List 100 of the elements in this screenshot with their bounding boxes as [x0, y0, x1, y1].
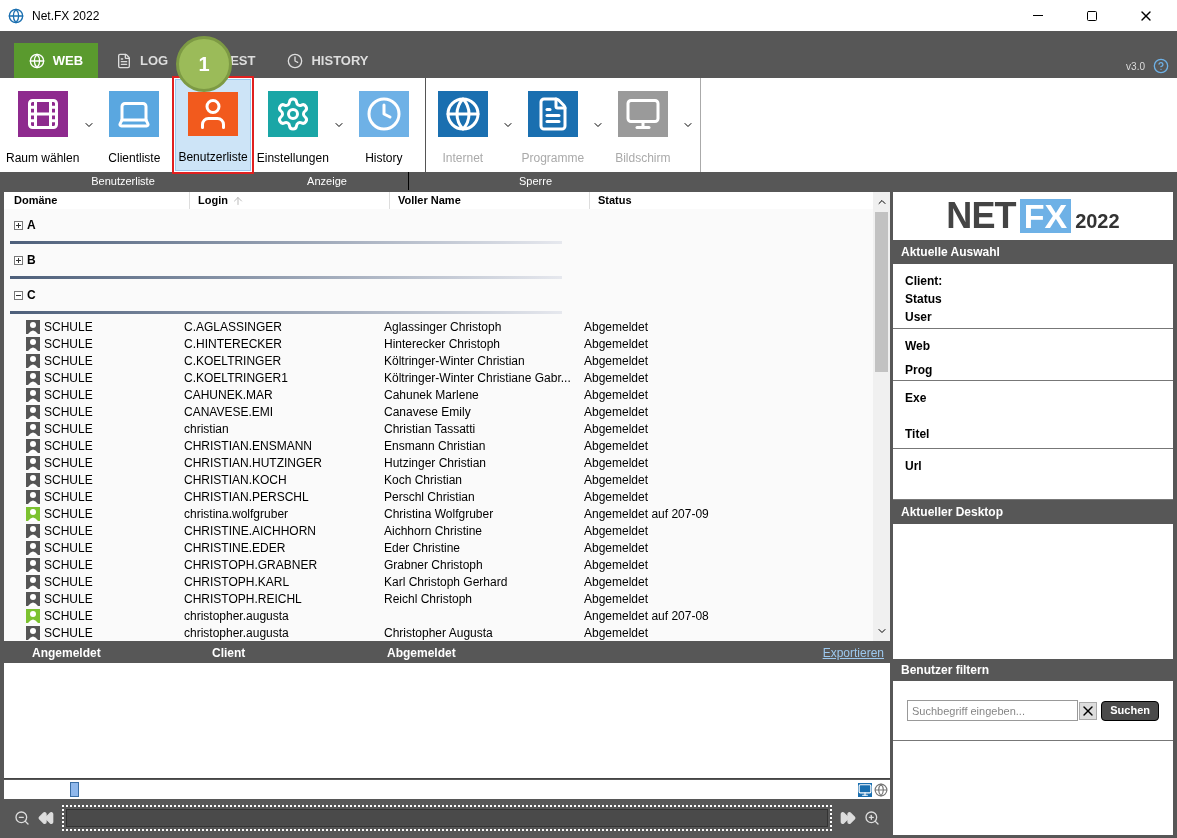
column-header[interactable]: Domäne: [14, 192, 58, 209]
panel-title: Aktueller Desktop: [901, 504, 1004, 521]
table-cell: SCHULE: [44, 455, 93, 470]
panel-title: Benutzer filtern: [901, 662, 989, 679]
laptop-icon: [109, 91, 160, 137]
table-cell: SCHULE: [44, 421, 93, 436]
column-header[interactable]: Angemeldet: [32, 646, 101, 660]
table-cell: SCHULE: [44, 353, 93, 368]
table-cell: CHRISTIAN.KOCH: [184, 472, 287, 487]
scrollbar[interactable]: [873, 192, 890, 641]
table-cell: SCHULE: [44, 370, 93, 385]
ribbon-group-label: Sperre: [519, 173, 552, 189]
table-cell: SCHULE: [44, 574, 93, 589]
clear-icon[interactable]: [1079, 701, 1098, 720]
table-cell: Abgemeldet: [584, 625, 649, 640]
zoom-in-icon[interactable]: [864, 810, 880, 826]
table-cell: Abgemeldet: [584, 438, 649, 453]
column-header[interactable]: Abgemeldet: [387, 646, 456, 660]
field-label: Url: [905, 458, 923, 475]
ribbon-button[interactable]: Clientliste: [97, 79, 172, 171]
table-cell: Abgemeldet: [584, 370, 649, 385]
user-icon: [188, 92, 239, 136]
tab[interactable]: EST: [230, 43, 260, 78]
monitor-icon[interactable]: [858, 782, 872, 797]
expand-toggle[interactable]: [14, 255, 23, 265]
table-cell: CHRISTIAN.ENSMANN: [184, 438, 312, 453]
table-cell: SCHULE: [44, 523, 93, 538]
table-cell: Abgemeldet: [584, 591, 649, 606]
table-cell: Abgemeldet: [584, 336, 649, 351]
table-cell: Christina Wolfgruber: [384, 506, 494, 521]
group-label: B: [27, 252, 36, 269]
search-field[interactable]: Suchbegriff eingeben...: [907, 700, 1079, 721]
table-cell: christina.wolfgruber: [184, 506, 289, 521]
table-cell: CHRISTIAN.HUTZINGER: [184, 455, 322, 470]
table-cell: SCHULE: [44, 540, 93, 555]
table-cell: Koch Christian: [384, 472, 463, 487]
expand-toggle[interactable]: [14, 290, 23, 300]
fast-forward-icon[interactable]: [840, 810, 856, 826]
table-cell: Aglassinger Christoph: [384, 319, 502, 334]
column-header[interactable]: Client: [212, 646, 246, 660]
column-header[interactable]: Status: [598, 192, 632, 209]
table-cell: Abgemeldet: [584, 472, 649, 487]
minimize-icon: [1033, 15, 1043, 16]
table-cell: christopher.augusta: [184, 625, 289, 640]
timeline-track[interactable]: [62, 805, 832, 831]
table-cell: Abgemeldet: [584, 353, 649, 368]
table-cell: Abgemeldet: [584, 489, 649, 504]
table-cell: Abgemeldet: [584, 387, 649, 402]
table-cell: Költringer-Winter Christian: [384, 353, 525, 368]
tab[interactable]: LOG: [116, 43, 173, 78]
rewind-icon[interactable]: [38, 810, 54, 826]
ribbon-button[interactable]: Raum wählen: [4, 79, 82, 171]
table-cell: Abgemeldet: [584, 540, 649, 555]
monitor-icon: [617, 91, 668, 137]
table-cell: C.KOELTRINGER1: [184, 370, 288, 385]
zoom-out-icon[interactable]: [14, 810, 30, 826]
field-label: Prog: [905, 362, 934, 379]
table-cell: SCHULE: [44, 336, 93, 351]
ribbon-button[interactable]: Einstellungen: [254, 79, 331, 171]
table-cell: Abgemeldet: [584, 421, 649, 436]
table-cell: SCHULE: [44, 591, 93, 606]
table-cell: Christian Tassatti: [384, 421, 476, 436]
table-cell: CHRISTOPH.GRABNER: [184, 557, 318, 572]
step-number-tooltip: 1: [176, 36, 232, 92]
table-cell: SCHULE: [44, 625, 93, 640]
export-link[interactable]: Exportieren: [822, 644, 884, 662]
table-cell: Abgemeldet: [584, 557, 649, 572]
table-cell: christian: [184, 421, 229, 436]
table-cell: SCHULE: [44, 319, 93, 334]
table-cell: Angemeldet auf 207-08: [584, 608, 709, 623]
timeline-marker[interactable]: [70, 782, 79, 797]
ribbon-button[interactable]: Benutzerliste: [175, 79, 251, 171]
table-cell: CHRISTINE.AICHHORN: [184, 523, 316, 538]
table-cell: Eder Christine: [384, 540, 461, 555]
ribbon-group-label: Benutzerliste: [91, 173, 155, 189]
column-header[interactable]: Voller Name: [398, 192, 461, 209]
table-cell: SCHULE: [44, 608, 93, 623]
table-cell: CHRISTOPH.KARL: [184, 574, 290, 589]
search-button[interactable]: Suchen: [1101, 700, 1159, 721]
field-label: Exe: [905, 390, 928, 407]
ribbon-group-label: Anzeige: [307, 173, 347, 189]
field-label: Client:: [905, 273, 944, 290]
table-cell: Abgemeldet: [584, 319, 649, 334]
tab[interactable]: HISTORY: [287, 43, 369, 78]
expand-toggle[interactable]: [14, 220, 23, 230]
table-cell: CAHUNEK.MAR: [184, 387, 273, 402]
globe-icon[interactable]: [874, 782, 888, 797]
ribbon-button[interactable]: History: [346, 79, 421, 171]
table-cell: Abgemeldet: [584, 404, 649, 419]
table-cell: CHRISTOPH.REICHL: [184, 591, 302, 606]
table-cell: Költringer-Winter Christiane Gabr...: [384, 370, 571, 385]
gears-icon: [267, 91, 318, 137]
table-cell: C.HINTERECKER: [184, 336, 282, 351]
column-header[interactable]: Login: [198, 192, 228, 209]
table-cell: SCHULE: [44, 404, 93, 419]
help-icon[interactable]: [1153, 58, 1169, 74]
table-cell: SCHULE: [44, 557, 93, 572]
table-cell: Grabner Christoph: [384, 557, 483, 572]
document-icon: [116, 52, 132, 69]
table-cell: Abgemeldet: [584, 574, 649, 589]
